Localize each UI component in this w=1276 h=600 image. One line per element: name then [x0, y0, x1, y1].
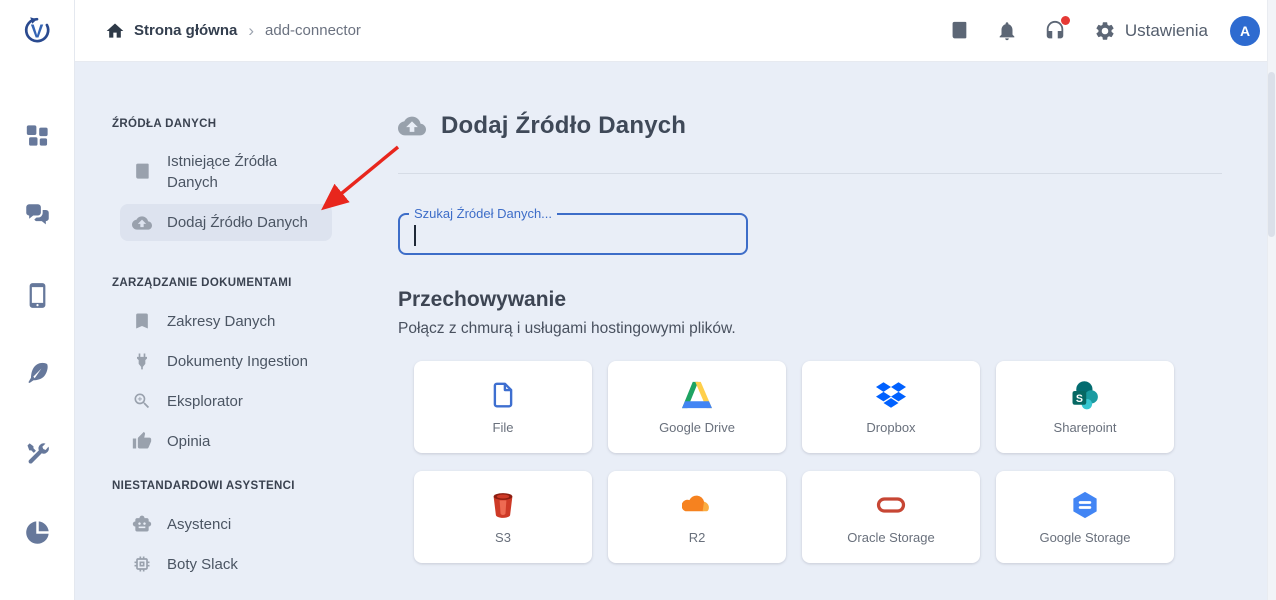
robot-icon	[132, 514, 152, 534]
oracle-icon	[876, 490, 906, 520]
connector-label: Google Storage	[1039, 530, 1130, 545]
tools-icon[interactable]	[24, 440, 51, 467]
page-header: Dodaj Źródło Danych	[398, 112, 1222, 140]
sidebar-nav: ŹRÓDŁA DANYCH Istniejące Źródła Danych D…	[112, 118, 362, 584]
sidebar-item-existing-sources[interactable]: Istniejące Źródła Danych	[112, 148, 362, 196]
scrollbar-thumb[interactable]	[1268, 72, 1275, 237]
pie-chart-icon[interactable]	[24, 519, 51, 546]
connector-grid: File Google Drive Dropbox S Sharepoint S…	[414, 361, 1222, 563]
home-icon[interactable]	[105, 21, 125, 41]
sidebar-item-add-source[interactable]: Dodaj Źródło Danych	[120, 204, 332, 241]
connector-label: Oracle Storage	[847, 530, 934, 545]
sidebar-item-assistants[interactable]: Asystenci	[112, 504, 362, 544]
connector-label: R2	[689, 530, 706, 545]
chip-icon	[132, 554, 152, 574]
settings-button[interactable]: Ustawienia	[1094, 20, 1208, 42]
topbar-actions: Ustawienia A	[922, 16, 1260, 46]
connector-card-sharepoint[interactable]: S Sharepoint	[996, 361, 1174, 453]
cloud-upload-icon	[132, 213, 152, 233]
s3-icon	[488, 490, 518, 520]
divider	[398, 173, 1222, 174]
settings-label: Ustawienia	[1125, 21, 1208, 41]
zoom-in-icon	[132, 391, 152, 411]
sidebar-item-label: Eksplorator	[167, 393, 243, 410]
page-title: Dodaj Źródło Danych	[441, 112, 686, 140]
search-field: Szukaj Źródeł Danych...	[398, 213, 748, 255]
thumb-up-icon	[132, 431, 152, 451]
section-subtitle: Połącz z chmurą i usługami hostingowymi …	[398, 320, 1222, 338]
sidebar-item-label: Asystenci	[167, 516, 231, 533]
cloud-upload-icon	[398, 112, 426, 140]
sidebar-item-label: Istniejące Źródła Danych	[167, 151, 299, 193]
sharepoint-icon: S	[1070, 380, 1100, 410]
notification-badge	[1061, 16, 1070, 25]
plug-icon	[132, 351, 152, 371]
breadcrumb-separator-icon: ›	[248, 21, 254, 41]
svg-text:V: V	[31, 22, 44, 43]
connector-label: S3	[495, 530, 511, 545]
connector-label: File	[493, 420, 514, 435]
connector-card-google-drive[interactable]: Google Drive	[608, 361, 786, 453]
nav-section-custom-assistants: NIESTANDARDOWI ASYSTENCI	[112, 480, 362, 492]
google-drive-icon	[682, 380, 712, 410]
nav-section-doc-management: ZARZĄDZANIE DOKUMENTAMI	[112, 277, 362, 289]
sidebar-item-data-scopes[interactable]: Zakresy Danych	[112, 301, 362, 341]
connector-card-oracle-storage[interactable]: Oracle Storage	[802, 471, 980, 563]
connector-card-dropbox[interactable]: Dropbox	[802, 361, 980, 453]
sidebar-item-label: Dokumenty Ingestion	[167, 353, 308, 370]
text-caret	[414, 225, 416, 246]
google-storage-icon	[1070, 490, 1100, 520]
breadcrumb: Strona główna › add-connector	[105, 21, 361, 41]
book-icon	[132, 162, 152, 182]
breadcrumb-current: add-connector	[265, 22, 361, 39]
svg-text:S: S	[1076, 393, 1083, 405]
connector-card-r2[interactable]: R2	[608, 471, 786, 563]
bookmark-icon	[132, 311, 152, 331]
connector-label: Dropbox	[866, 420, 915, 435]
sidebar-item-label: Opinia	[167, 433, 210, 450]
avatar[interactable]: A	[1230, 16, 1260, 46]
dropbox-icon	[876, 380, 906, 410]
r2-icon	[682, 490, 712, 520]
section-heading: Przechowywanie	[398, 288, 1222, 312]
docs-icon[interactable]	[948, 20, 970, 42]
sidebar-item-explorer[interactable]: Eksplorator	[112, 381, 362, 421]
icon-rail: V	[0, 0, 75, 600]
sidebar-item-feedback[interactable]: Opinia	[112, 421, 362, 461]
support-icon[interactable]	[1044, 20, 1066, 42]
sidebar-item-slack-bots[interactable]: Boty Slack	[112, 544, 362, 584]
app-logo[interactable]: V	[19, 12, 55, 48]
settings-icon	[1094, 20, 1116, 42]
feather-icon[interactable]	[24, 360, 51, 387]
sidebar-item-label: Zakresy Danych	[167, 313, 275, 330]
search-label: Szukaj Źródeł Danych...	[409, 206, 557, 221]
nav-section-data-sources: ŹRÓDŁA DANYCH	[112, 118, 362, 130]
chat-icon[interactable]	[24, 202, 51, 229]
top-bar: Strona główna › add-connector Ustawienia…	[75, 0, 1276, 62]
sidebar-item-ingestion-docs[interactable]: Dokumenty Ingestion	[112, 341, 362, 381]
blocks-icon[interactable]	[24, 122, 51, 149]
notifications-icon[interactable]	[996, 20, 1018, 42]
breadcrumb-home[interactable]: Strona główna	[134, 22, 237, 39]
connector-label: Sharepoint	[1054, 420, 1117, 435]
connector-card-s3[interactable]: S3	[414, 471, 592, 563]
connector-card-google-storage[interactable]: Google Storage	[996, 471, 1174, 563]
scrollbar-track	[1267, 0, 1276, 600]
connector-label: Google Drive	[659, 420, 735, 435]
main-content: Dodaj Źródło Danych Szukaj Źródeł Danych…	[398, 112, 1222, 563]
file-icon	[488, 380, 518, 410]
sidebar-item-label: Dodaj Źródło Danych	[167, 214, 308, 231]
sidebar-item-label: Boty Slack	[167, 556, 238, 573]
connector-card-file[interactable]: File	[414, 361, 592, 453]
mobile-icon[interactable]	[24, 282, 51, 309]
